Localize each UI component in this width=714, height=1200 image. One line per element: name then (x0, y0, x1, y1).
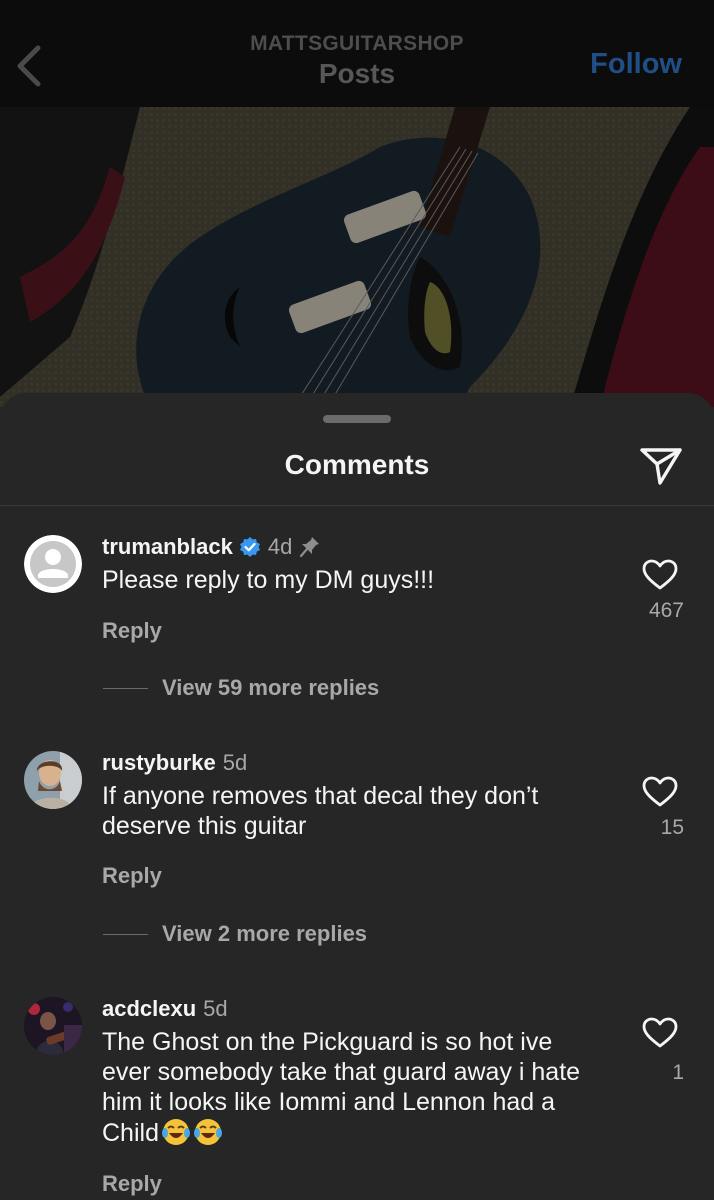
paper-plane-icon (640, 448, 682, 485)
view-more-replies-label: View 59 more replies (162, 675, 380, 700)
heart-outline-icon[interactable] (642, 1017, 678, 1049)
comment-meta: rustyburke 5d (102, 750, 247, 776)
comment-text: The Ghost on the Pickguard is so hot ive… (102, 1027, 607, 1148)
comment-username[interactable]: trumanblack (102, 534, 233, 560)
like-count: 15 (660, 816, 684, 839)
comment-time: 5d (203, 996, 228, 1021)
replies-divider-line (103, 687, 148, 689)
comment-text: If anyone removes that decal they don’t … (102, 782, 539, 840)
comments-sheet: Comments trumanblack 4d Please reply to … (0, 393, 714, 1200)
reply-button[interactable]: Reply (102, 618, 162, 644)
comment-time: 4d (267, 534, 293, 559)
tears-of-joy-emoji-icon (193, 1119, 222, 1145)
view-more-replies-button[interactable]: View 2 more replies (103, 921, 367, 947)
heart-outline-icon[interactable] (642, 776, 678, 808)
comment-username[interactable]: rustyburke (102, 750, 216, 776)
sheet-divider (0, 505, 714, 506)
avatar[interactable] (24, 997, 82, 1055)
avatar[interactable] (24, 751, 82, 809)
view-more-replies-label: View 2 more replies (162, 921, 368, 946)
top-bar: MATTSGUITARSHOP Posts Follow (0, 0, 714, 107)
comment-meta: trumanblack 4d (102, 534, 320, 560)
default-avatar-icon (24, 535, 82, 593)
follow-button[interactable]: Follow (590, 48, 682, 81)
share-button[interactable] (638, 444, 684, 488)
pin-icon (300, 537, 320, 558)
comment-meta: acdclexu 5d (102, 996, 228, 1022)
sheet-title: Comments (284, 449, 430, 480)
tears-of-joy-emoji-icon (161, 1119, 190, 1145)
post-image[interactable] (0, 107, 714, 407)
like-count: 467 (648, 599, 684, 622)
reply-button[interactable]: Reply (102, 863, 162, 889)
drag-handle[interactable] (323, 415, 391, 423)
user-photo-avatar (24, 997, 82, 1055)
reply-button[interactable]: Reply (102, 1171, 162, 1197)
heart-outline-icon[interactable] (642, 559, 678, 591)
replies-divider-line (103, 933, 148, 935)
comment-time: 5d (222, 750, 248, 775)
comment-username[interactable]: acdclexu (102, 996, 196, 1022)
avatar[interactable] (24, 535, 82, 593)
user-photo-avatar (24, 751, 82, 809)
like-count: 1 (672, 1061, 684, 1084)
verified-badge-icon (239, 537, 260, 557)
view-more-replies-button[interactable]: View 59 more replies (103, 675, 379, 701)
comment-text: Please reply to my DM guys!!! (102, 566, 435, 594)
